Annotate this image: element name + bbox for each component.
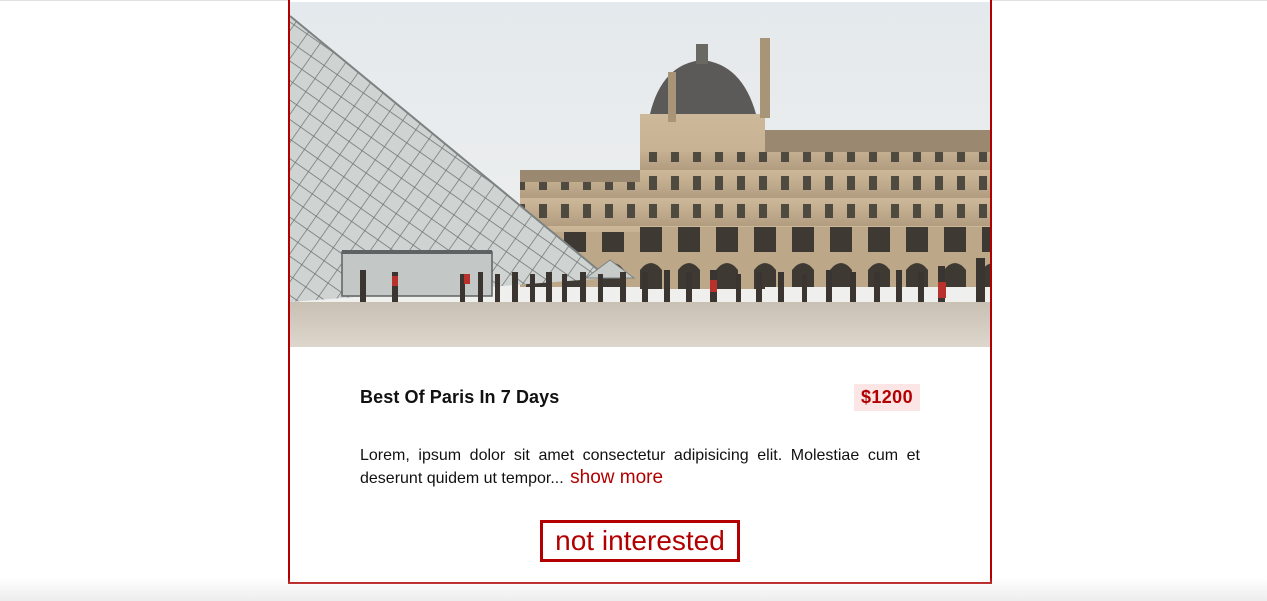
tour-header: Best Of Paris In 7 Days $1200 — [360, 384, 920, 412]
tour-price: $1200 — [853, 384, 920, 411]
show-more-button[interactable]: show more — [570, 467, 663, 489]
page-bottom-shade — [0, 578, 1267, 601]
tour-image — [290, 2, 990, 347]
tour-info: Lorem, ipsum dolor sit amet consectetur … — [360, 445, 920, 490]
tour-title: Best Of Paris In 7 Days — [360, 387, 560, 407]
not-interested-button[interactable]: not interested — [540, 520, 740, 562]
tour-card: Best Of Paris In 7 Days $1200 Lorem, ips… — [288, 0, 992, 584]
